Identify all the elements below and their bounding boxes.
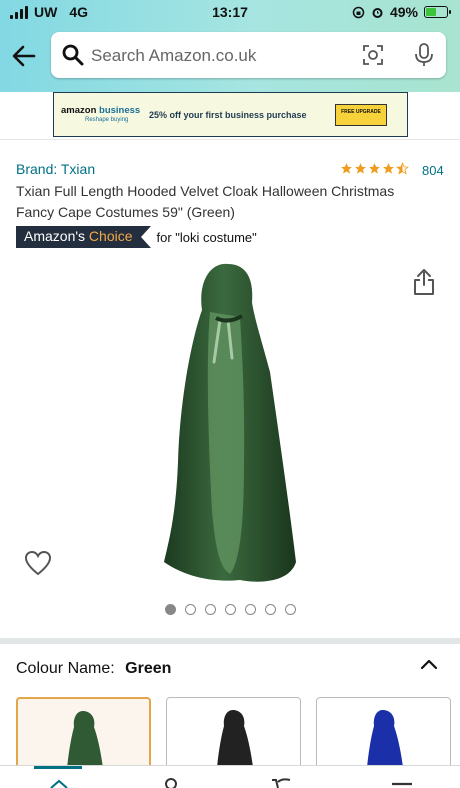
banner-brand-b: business	[99, 105, 141, 117]
share-icon[interactable]	[412, 268, 436, 296]
product-image[interactable]	[150, 262, 310, 592]
pagination-dot[interactable]	[244, 604, 256, 615]
amazon-business-logo: amazon business Reshape buying	[61, 106, 143, 123]
star-icon	[341, 163, 352, 174]
pagination-dot[interactable]	[264, 604, 276, 615]
free-upgrade-button[interactable]: FREE UPGRADE	[335, 103, 387, 126]
menu-icon[interactable]	[390, 776, 414, 788]
search-icon	[62, 44, 84, 66]
choice-keyword: for "loki costume"	[156, 229, 257, 245]
home-icon[interactable]	[48, 776, 70, 788]
choice-badge-a: Amazon's	[24, 228, 86, 244]
image-pagination[interactable]	[0, 604, 460, 615]
choice-badge-label: Amazon's Choice	[16, 226, 141, 248]
banner-tagline: Reshape buying	[85, 116, 129, 123]
pagination-dot[interactable]	[184, 604, 196, 615]
review-count[interactable]: 804	[422, 163, 444, 178]
search-bar[interactable]: Search Amazon.co.uk	[51, 32, 446, 78]
star-icon	[383, 163, 394, 174]
bottom-nav-bar	[0, 765, 460, 788]
chevron-up-icon[interactable]	[420, 657, 438, 671]
amazons-choice-badge: Amazon's Choice for "loki costume"	[16, 226, 257, 248]
microphone-icon[interactable]	[413, 42, 435, 68]
section-divider	[0, 638, 460, 644]
colour-label: Colour Name:	[16, 660, 115, 677]
active-tab-indicator	[34, 766, 82, 769]
app-header: UW 4G 13:17 49% Search Amazon.co.uk	[0, 0, 460, 92]
star-rating[interactable]	[340, 162, 409, 175]
business-promo-banner[interactable]: amazon business Reshape buying 25% off y…	[53, 92, 408, 137]
rotation-lock-icon	[352, 6, 365, 18]
banner-offer-text: 25% off your first business purchase	[149, 109, 307, 120]
search-input[interactable]: Search Amazon.co.uk	[91, 46, 256, 66]
star-icon	[369, 163, 380, 174]
alarm-icon	[372, 7, 383, 18]
back-arrow-icon[interactable]	[10, 42, 38, 70]
wishlist-heart-icon[interactable]	[24, 550, 52, 576]
half-star-icon	[396, 162, 409, 175]
status-bar: UW 4G 13:17 49%	[0, 0, 460, 26]
profile-icon[interactable]	[160, 776, 182, 788]
pagination-dot[interactable]	[284, 604, 296, 615]
colour-selector-label: Colour Name: Green	[16, 660, 171, 678]
battery-icon	[424, 6, 451, 18]
selected-colour: Green	[125, 660, 172, 677]
brand-link[interactable]: Brand: Txian	[16, 161, 95, 177]
pagination-dot[interactable]	[204, 604, 216, 615]
camera-scan-icon[interactable]	[361, 43, 385, 67]
choice-badge-b: Choice	[88, 228, 133, 244]
pagination-dot[interactable]	[224, 604, 236, 615]
promo-banner-area: amazon business Reshape buying 25% off y…	[0, 92, 460, 140]
choice-badge-notch	[140, 226, 151, 248]
product-title: Txian Full Length Hooded Velvet Cloak Ha…	[16, 183, 395, 220]
cart-icon[interactable]	[270, 776, 294, 788]
battery-percent: 49%	[389, 4, 418, 20]
banner-brand-a: amazon	[61, 105, 97, 117]
star-icon	[355, 163, 366, 174]
pagination-dot[interactable]	[164, 604, 176, 615]
